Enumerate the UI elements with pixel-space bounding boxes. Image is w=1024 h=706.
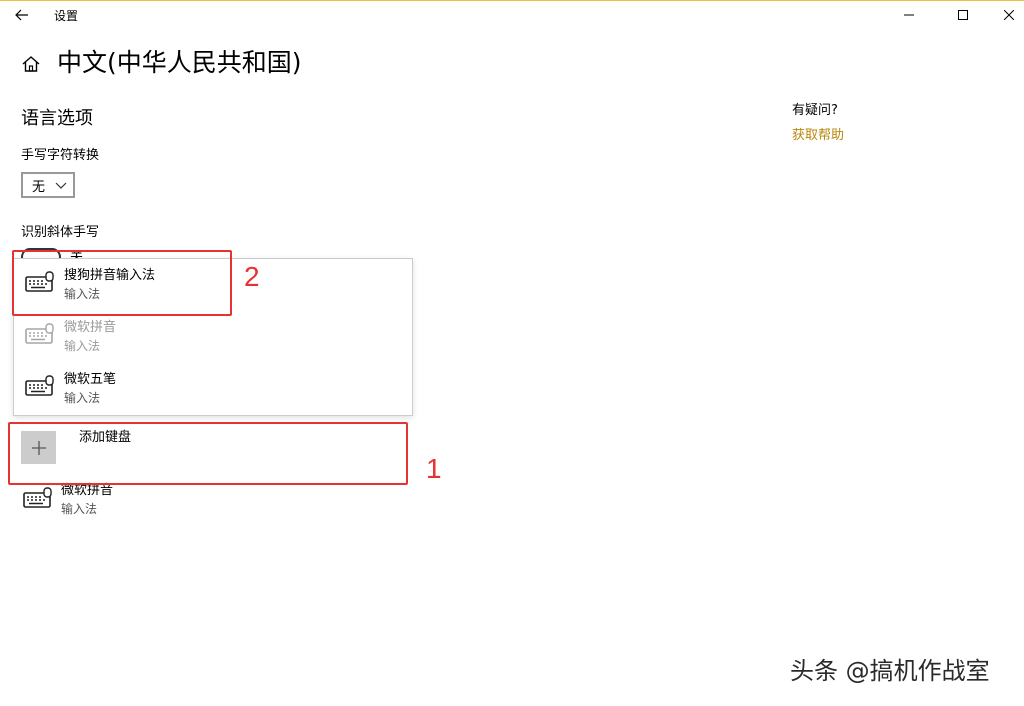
keyboard-icon [23, 487, 52, 508]
ime-item-microsoft-pinyin: 微软拼音 输入法 [14, 311, 412, 363]
cursive-handwriting-label: 识别斜体手写 [21, 225, 100, 240]
watermark: 头条 @搞机作战室 [790, 657, 990, 685]
handwriting-conversion-select[interactable]: 无 [21, 172, 75, 198]
ime-name: 微软五笔 [64, 372, 117, 387]
title-bar: 设置 [0, 1, 1024, 31]
annotation-box-2 [12, 250, 232, 316]
home-icon[interactable] [21, 54, 41, 74]
select-value: 无 [32, 179, 46, 195]
ime-item-microsoft-wubi[interactable]: 微软五笔 输入法 [14, 363, 412, 415]
minimize-button[interactable] [886, 1, 932, 29]
ime-type: 输入法 [64, 391, 101, 405]
close-icon [1004, 10, 1014, 20]
keyboard-icon [25, 323, 54, 344]
window-title: 设置 [54, 9, 79, 23]
back-arrow-icon [15, 9, 28, 21]
maximize-button[interactable] [940, 1, 986, 29]
get-help-link[interactable]: 获取帮助 [792, 127, 844, 145]
close-button[interactable] [986, 1, 1024, 29]
keyboard-type: 输入法 [61, 502, 98, 516]
keyboard-icon [25, 375, 54, 396]
installed-keyboard-microsoft-pinyin[interactable]: 微软拼音 输入法 [21, 482, 411, 522]
page-title: 中文(中华人民共和国) [57, 48, 302, 77]
ime-name: 微软拼音 [64, 320, 117, 335]
handwriting-conversion-label: 手写字符转换 [21, 148, 100, 163]
annotation-label-2: 2 [244, 261, 260, 292]
minimize-icon [904, 14, 914, 16]
maximize-icon [958, 10, 968, 20]
chevron-down-icon [55, 182, 67, 189]
annotation-label-1: 1 [426, 453, 442, 484]
back-button[interactable] [6, 1, 38, 29]
help-question: 有疑问? [792, 103, 838, 118]
section-title-language-options: 语言选项 [21, 108, 93, 129]
annotation-box-1 [8, 422, 408, 485]
ime-type: 输入法 [64, 339, 101, 353]
